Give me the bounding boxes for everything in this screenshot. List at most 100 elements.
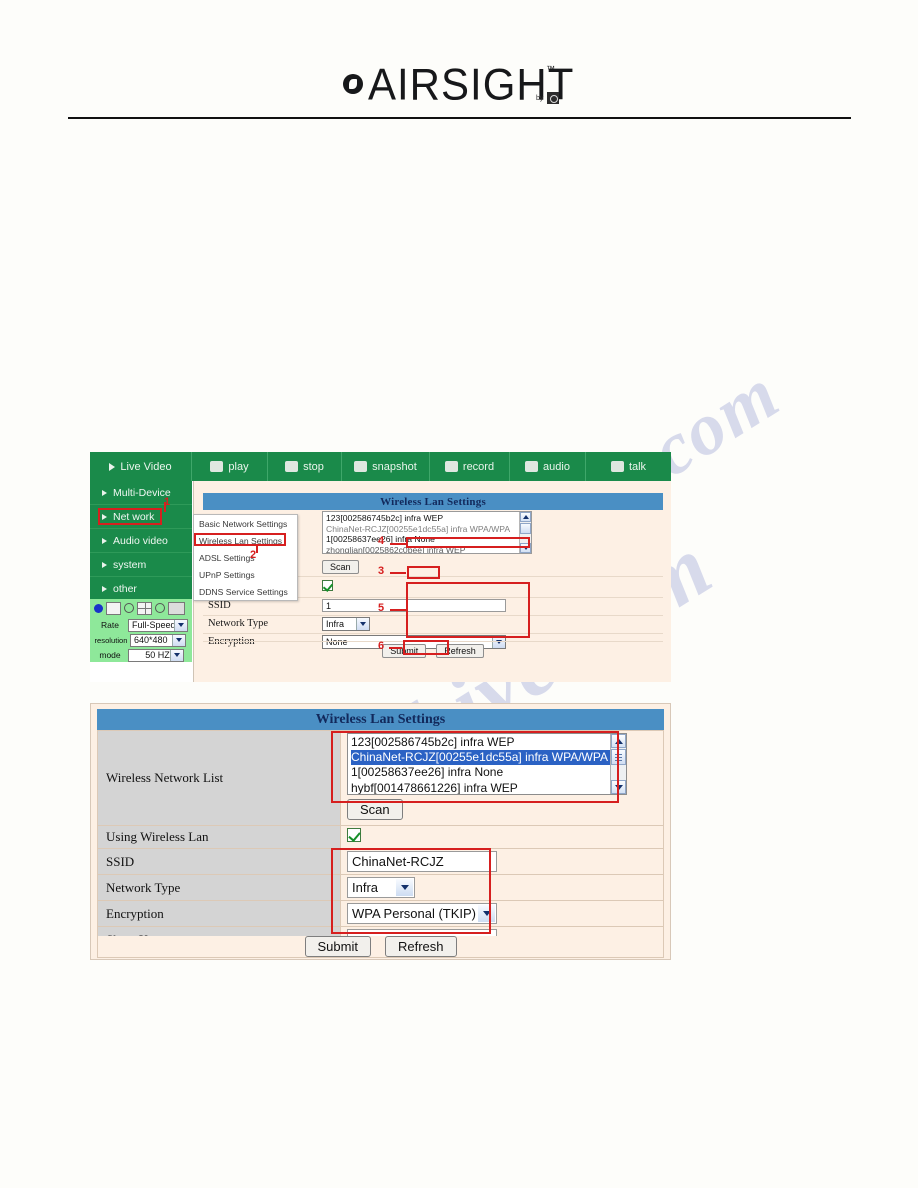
network-listbox[interactable]: 123[002586745b2c] infra WEP ChinaNet-RCJ… [322,511,532,554]
list-item-selected[interactable]: ChinaNet-RCJZ[00255e1dc55a] infra WPA/WP… [351,750,626,766]
network-submenu-popup: Basic Network Settings Wireless Lan Sett… [193,514,298,601]
scroll-up-button[interactable] [611,734,626,748]
list-item[interactable]: zhonglian[0025862c0bee] infra WEP [325,545,531,553]
listbox-scrollbar-2[interactable] [610,734,626,794]
network-type-label: Network Type [208,618,269,629]
toolbar-audio[interactable]: audio [510,452,586,481]
chevron-right-icon [102,513,107,520]
wireless-network-list-label: Wireless Network List [97,730,341,826]
sidebar-item-network[interactable]: Net work [90,505,192,529]
toolbar-live-video[interactable]: Live Video [90,452,192,481]
sidebar-item-audio-video[interactable]: Audio video [90,529,192,553]
nine-view-icon[interactable] [168,601,185,615]
chevron-down-icon [356,618,369,630]
scan-button[interactable]: Scan [322,560,359,574]
scroll-down-button[interactable] [520,543,531,553]
submit-button-2[interactable]: Submit [304,936,371,957]
toolbar-talk[interactable]: talk [586,452,671,481]
scrollbar-thumb[interactable] [520,523,531,534]
top-toolbar: Live Video play stop snapshot record aud… [90,452,671,481]
ssid-input-2[interactable]: ChinaNet-RCJZ [347,851,497,872]
table-row: Wireless Network List 123[002586745b2c] … [97,730,664,826]
annotation-leader-3 [390,572,406,574]
listbox-scrollbar[interactable] [519,512,531,553]
chevron-right-icon [102,561,107,568]
list-item[interactable]: 123[002586745b2c] infra WEP [325,513,531,524]
chevron-down-icon [478,905,495,922]
menu-item-upnp-settings[interactable]: UPnP Settings [194,566,297,583]
sidebar-item-multi-device[interactable]: Multi-Device [90,481,192,505]
network-type-select-2[interactable]: Infra [347,877,415,898]
list-item[interactable]: 123[002586745b2c] infra WEP [351,735,626,750]
view-mode-control-bar [90,599,192,617]
four-view-indicator-icon[interactable] [124,603,134,613]
toolbar-play[interactable]: play [192,452,268,481]
encryption-select-2[interactable]: WPA Personal (TKIP) [347,903,497,924]
list-item[interactable]: 1[00258637ee26] infra None [351,765,626,780]
encryption-value-2: WPA Personal (TKIP) [352,906,477,921]
manufacturer-mark-icon [547,92,559,104]
menu-item-adsl-settings[interactable]: ADSL Settings [194,549,297,566]
menu-item-wireless-lan-settings[interactable]: Wireless Lan Settings [194,532,297,549]
chevron-down-icon [396,879,413,896]
network-type-label-2: Network Type [97,874,341,901]
wireless-network-list-cell: 123[002586745b2c] infra WEP ChinaNet-RCJ… [340,730,664,826]
encryption-label-2: Encryption [97,900,341,927]
annotation-leader-6 [389,647,402,649]
annotation-leader-1 [164,502,166,512]
network-type-select[interactable]: Infra [322,617,370,631]
list-item[interactable]: 1[00258637ee26] infra None [325,534,531,545]
resolution-row: resolution 640*480 [92,633,192,647]
panel2-footer: Submit Refresh [97,936,664,958]
scan-button-2[interactable]: Scan [347,799,403,820]
scroll-up-button[interactable] [520,512,531,522]
menu-item-basic-network-settings[interactable]: Basic Network Settings [194,515,297,532]
network-list-cell: 123[002586745b2c] infra WEP ChinaNet-RCJ… [320,510,663,576]
chevron-up-icon [614,738,623,744]
table-row: Using Wireless Lan [97,825,664,849]
mode-value: 50 HZ [145,650,170,660]
using-wireless-checkbox[interactable] [322,580,333,591]
network-type-value: Infra [326,619,345,629]
scrollbar-thumb[interactable] [611,749,626,765]
annotation-number-3: 3 [378,565,385,577]
toolbar-record[interactable]: record [430,452,510,481]
using-wireless-lan-checkbox[interactable] [347,828,361,842]
nine-view-indicator-icon[interactable] [155,603,165,613]
toolbar-label: Live Video [120,460,172,473]
ssid-cell-2: ChinaNet-RCJZ [340,848,664,875]
camera-ui-screenshot-1: Live Video play stop snapshot record aud… [90,452,671,682]
list-item[interactable]: ChinaNet-RCJZ[00255e1dc55a] infra WPA/WP… [325,524,531,535]
annotation-leader-5 [390,609,406,611]
menu-item-ddns-service-settings[interactable]: DDNS Service Settings [194,583,297,600]
list-item[interactable]: hybf[001478661226] infra WEP [351,781,626,794]
play-icon [210,461,224,472]
refresh-button-2[interactable]: Refresh [384,936,457,957]
sidebar-item-system[interactable]: system [90,553,192,577]
ssid-input[interactable]: 1 [322,599,506,612]
mode-row: mode 50 HZ [92,648,192,662]
toolbar-stop[interactable]: stop [268,452,342,481]
ssid-label-2: SSID [97,848,341,875]
trademark-symbol: ™ [546,64,555,74]
single-view-indicator-icon[interactable] [94,603,103,613]
sidebar-item-other[interactable]: other [90,577,192,601]
annotation-number-4: 4 [378,535,385,547]
sidebar-menu: Multi-Device Net work Audio video system… [90,481,192,599]
mode-select[interactable]: 50 HZ [128,648,184,662]
toolbar-snapshot[interactable]: snapshot [342,452,430,481]
single-view-icon[interactable] [106,601,121,615]
sidebar-item-label: Multi-Device [113,486,171,499]
network-type-cell-2: Infra [340,874,664,901]
chevron-down-icon [614,784,623,790]
network-type-value-2: Infra [352,880,379,895]
four-view-icon[interactable] [137,601,152,615]
rate-select[interactable]: Full-Speed [128,618,188,632]
airsight-logo: AIRSIGHT ™ by [340,60,580,112]
resolution-select[interactable]: 640*480 [130,633,186,647]
panel1-footer: Submit Refresh [203,641,663,660]
refresh-button[interactable]: Refresh [436,644,484,658]
network-listbox-2[interactable]: 123[002586745b2c] infra WEP ChinaNet-RCJ… [347,733,627,795]
scan-button-wrap: Scan [322,557,663,575]
scroll-down-button[interactable] [611,780,626,794]
